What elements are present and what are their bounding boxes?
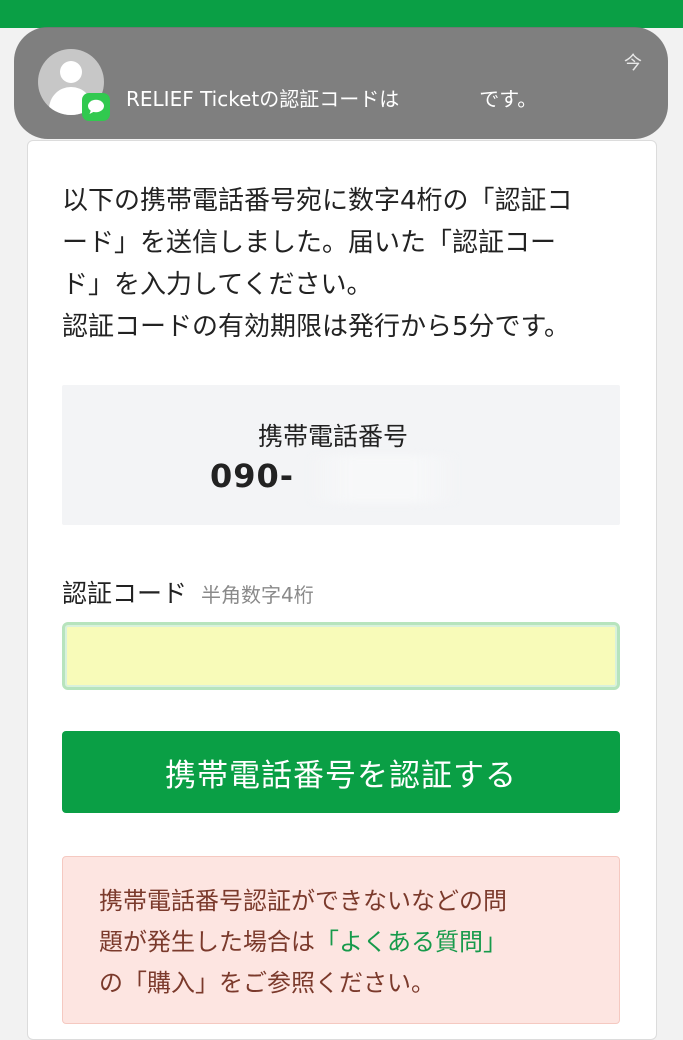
top-bar (0, 0, 683, 28)
intro-line-4: 認証コードの有効期限は発行から5分です。 (62, 312, 570, 342)
messages-icon (82, 93, 110, 121)
intro-line-2: ード」を送信しました。届いた「認証コー (62, 228, 557, 258)
notification-time: 今 (624, 53, 642, 74)
intro-line-3: ド」を入力してください。 (62, 270, 373, 300)
verification-code-input[interactable] (62, 622, 620, 690)
verify-phone-button[interactable]: 携帯電話番号を認証する (62, 731, 620, 813)
notification-text: RELIEF Ticketの認証コードは です。 (126, 87, 538, 111)
intro-text: 以下の携帯電話番号宛に数字4桁の「認証コ ード」を送信しました。届いた「認証コー… (62, 180, 632, 348)
notice-text-1: 携帯電話番号認証ができないなどの問 (99, 887, 507, 915)
faq-link[interactable]: 「よくある質問」 (315, 928, 507, 956)
phone-number-redaction (308, 455, 458, 503)
help-notice: 携帯電話番号認証ができないなどの問 題が発生した場合は「よくある質問」 の「購入… (62, 856, 620, 1024)
intro-line-1: 以下の携帯電話番号宛に数字4桁の「認証コ (62, 186, 573, 216)
code-label: 認証コード (62, 579, 188, 608)
code-label-row: 認証コード 半角数字4桁 (62, 574, 314, 610)
phone-info-box: 携帯電話番号 090- (62, 385, 620, 525)
message-notification[interactable]: RELIEF Ticketの認証コードは です。 今 (14, 27, 668, 139)
code-hint: 半角数字4桁 (201, 583, 314, 607)
phone-number: 090- (210, 457, 295, 495)
notice-text-2: 題が発生した場合は (99, 928, 315, 956)
phone-label: 携帯電話番号 (258, 422, 409, 451)
notice-text-3: の「購入」をご参照ください。 (99, 969, 435, 997)
